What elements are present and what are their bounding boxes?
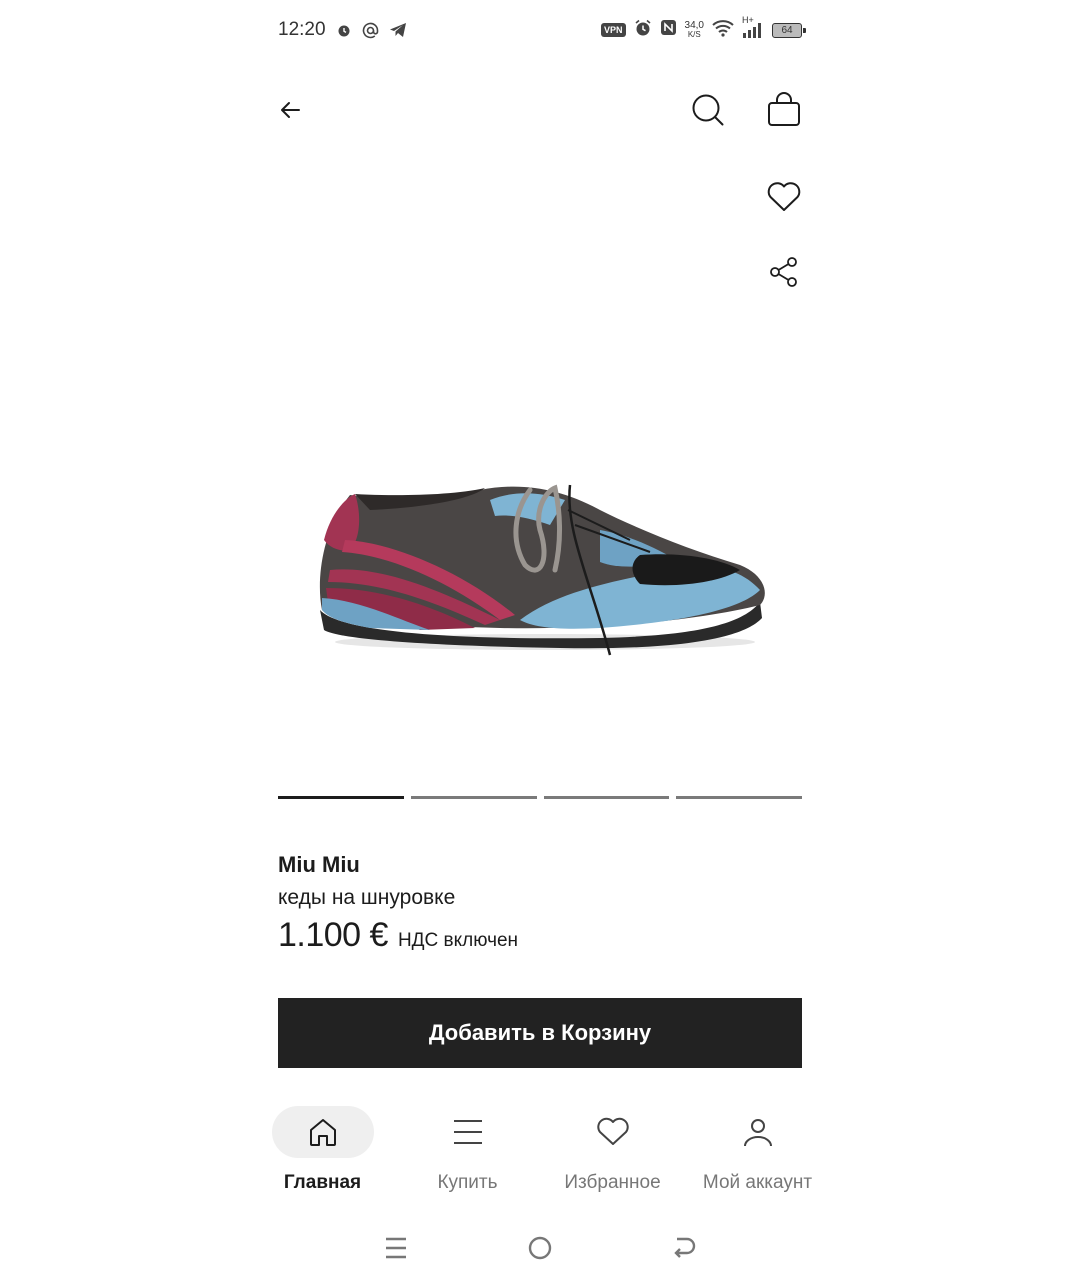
system-nav-bar [380, 1232, 700, 1264]
status-left: 12:20 [278, 19, 407, 41]
user-icon [743, 1119, 772, 1147]
back-button[interactable] [278, 88, 318, 132]
recent-apps-button[interactable] [380, 1232, 412, 1264]
status-right: VPN 34,0 K/S H+ 64 [601, 15, 806, 42]
image-carousel-indicator [278, 796, 802, 799]
status-bar: 12:20 VPN 34,0 K/S H+ 64 [278, 15, 806, 44]
carousel-dot-2[interactable] [410, 796, 537, 799]
network-type: H+ [742, 15, 754, 25]
carousel-dot-3[interactable] [543, 796, 670, 799]
nav-label-favorites: Избранное [564, 1172, 661, 1193]
nav-icon-wrap [271, 1106, 374, 1158]
vat-note: НДС включен [397, 930, 519, 951]
circle-icon [528, 1236, 552, 1260]
menu-lines-icon [386, 1237, 406, 1259]
arrow-left-icon [281, 102, 300, 118]
search-button[interactable] [688, 88, 728, 132]
price-row: 1.100 € НДС включен [278, 916, 518, 955]
back-system-button[interactable] [668, 1232, 700, 1264]
nav-item-favorites[interactable]: Избранное [540, 1106, 685, 1206]
heart-icon [596, 1117, 629, 1145]
product-price: 1.100 € [278, 916, 388, 954]
nav-item-account[interactable]: Мой аккаунт [685, 1106, 830, 1206]
search-icon [692, 94, 724, 126]
carousel-dot-1[interactable] [278, 796, 404, 799]
nav-icon-wrap [707, 1106, 809, 1158]
nav-label-shop: Купить [437, 1172, 498, 1193]
nav-label-account: Мой аккаунт [702, 1172, 813, 1193]
telegram-icon [389, 21, 407, 39]
status-time: 12:20 [278, 19, 326, 40]
alarm-status-icon [634, 19, 652, 42]
signal-icon: H+ [742, 15, 764, 39]
product-image[interactable] [300, 470, 780, 670]
add-to-cart-button[interactable]: Добавить в Корзину [278, 998, 802, 1068]
speed-value: 34,0 [684, 20, 704, 31]
nav-item-home[interactable]: Главная [250, 1106, 395, 1206]
heart-icon [767, 182, 801, 211]
at-sign-icon [362, 21, 380, 39]
network-speed: 34,0 K/S [684, 20, 704, 40]
battery-level: 64 [781, 24, 793, 36]
product-brand[interactable]: Miu Miu [278, 852, 360, 878]
back-arrow-icon [674, 1237, 696, 1258]
top-nav [278, 88, 802, 132]
home-icon [309, 1119, 336, 1146]
carousel-dot-4[interactable] [676, 796, 802, 799]
shopping-bag-icon [768, 92, 800, 126]
vpn-badge: VPN [601, 23, 626, 37]
nfc-icon [660, 19, 677, 41]
nav-icon-wrap [562, 1106, 664, 1158]
home-system-button[interactable] [524, 1232, 556, 1264]
cart-button[interactable] [764, 88, 804, 132]
nav-item-shop[interactable]: Купить [395, 1106, 540, 1206]
battery-icon: 64 [772, 22, 806, 38]
speed-unit: K/S [687, 30, 701, 39]
menu-icon [453, 1120, 482, 1144]
favorite-button[interactable] [764, 177, 804, 217]
nav-label-home: Главная [283, 1172, 362, 1193]
sneaker-image [319, 484, 765, 656]
bottom-nav: Главная Купить Избранное Мой аккаунт [250, 1106, 830, 1206]
share-icon [770, 257, 797, 287]
wifi-icon [712, 19, 734, 42]
product-name: кеды на шнуровке [278, 886, 456, 909]
alarm-icon [335, 21, 353, 39]
share-button[interactable] [764, 252, 804, 292]
nav-icon-wrap [417, 1106, 519, 1158]
